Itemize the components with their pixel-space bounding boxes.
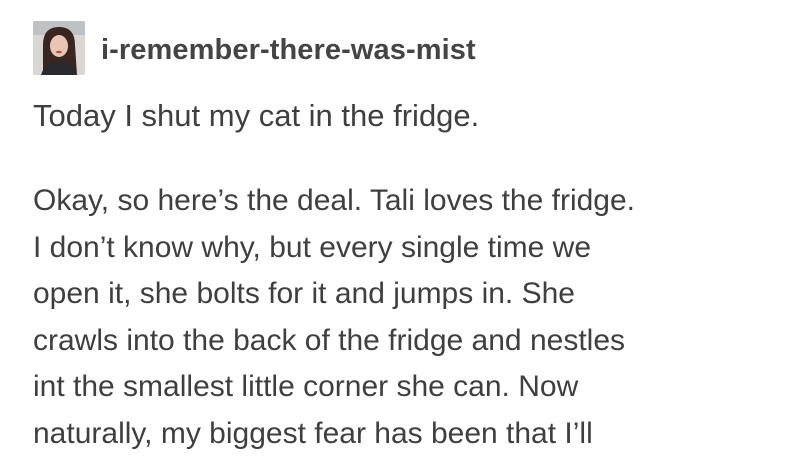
body-line: I don’t know why, but every single time … <box>33 225 763 272</box>
author-username[interactable]: i-remember-there-was-mist <box>101 34 476 67</box>
tumblr-post: i-remember-there-was-mist Today I shut m… <box>0 0 800 420</box>
user-avatar-icon <box>33 21 85 75</box>
body-line: Okay, so here’s the deal. Tali loves the… <box>33 178 763 225</box>
body-line: int the smallest little corner she can. … <box>33 364 763 411</box>
body-line: crawls into the back of the fridge and n… <box>33 318 763 365</box>
author-avatar[interactable] <box>33 21 85 75</box>
body-line: naturally, my biggest fear has been that… <box>33 411 763 457</box>
post-body: Okay, so here’s the deal. Tali loves the… <box>33 178 763 457</box>
body-line: open it, she bolts for it and jumps in. … <box>33 271 763 318</box>
post-header: i-remember-there-was-mist <box>33 20 476 76</box>
post-title: Today I shut my cat in the fridge. <box>33 98 479 134</box>
